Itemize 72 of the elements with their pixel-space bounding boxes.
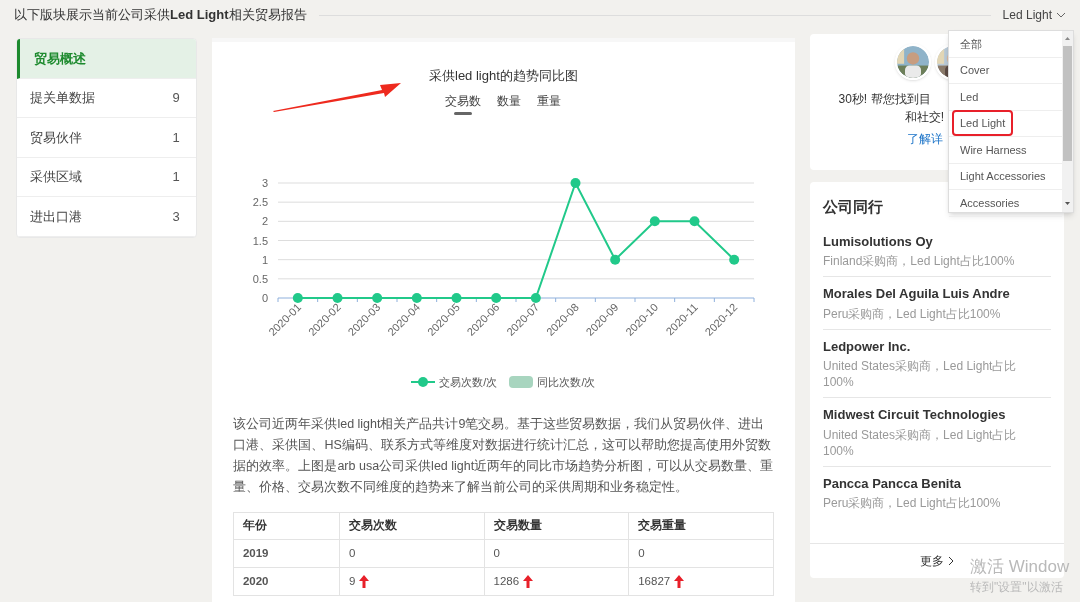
axis-tick-label: 2.5 <box>253 195 269 208</box>
column-header: 年份 <box>233 512 340 540</box>
company-detail: Peru采购商，Led Light占比100% <box>823 495 1002 511</box>
sidebar-item[interactable]: 贸易概述 <box>17 39 196 79</box>
table-cell-text: 2020 <box>242 573 269 589</box>
data-point <box>332 292 343 303</box>
data-point <box>729 254 740 265</box>
chart-tab[interactable]: 数量 <box>497 91 522 115</box>
axis-tick-label: 2 <box>262 214 269 227</box>
table-cell-text: 0 <box>348 545 356 561</box>
dropdown-option[interactable]: 全部 <box>952 30 990 57</box>
chart-tab[interactable]: 交易数 <box>445 91 482 115</box>
axis-tick-label: 3 <box>262 176 269 189</box>
company-detail: Peru采购商，Led Light占比100% <box>823 305 1002 322</box>
legend-swatch-icon <box>509 375 534 388</box>
company-detail: Finland采购商，Led Light占比100% <box>823 253 1016 269</box>
dropdown-option[interactable]: Cover <box>952 57 998 84</box>
sidebar-item[interactable]: 贸易伙伴 1 <box>17 118 196 158</box>
table-cell-text: 1286 <box>493 573 520 589</box>
axis-tick-label: 0.5 <box>253 272 269 285</box>
learn-more-link[interactable]: 了解详 <box>906 130 943 148</box>
axis-tick-label: 0 <box>262 291 269 304</box>
data-point <box>650 215 661 226</box>
sidebar-item[interactable]: 采供区域 1 <box>17 157 196 197</box>
data-point <box>372 292 383 303</box>
sidebar-item[interactable]: 进出口港 3 <box>17 197 196 237</box>
promo-text: 和社交! <box>904 109 945 126</box>
company-detail: United States采购商，Led Light占比100% <box>823 358 1018 390</box>
legend-label: 交易次数/次 <box>439 374 498 390</box>
dropdown-option[interactable]: Light Accessories <box>952 163 1054 190</box>
legend-line-icon <box>411 375 436 388</box>
dropdown-option[interactable]: Led <box>952 83 987 110</box>
dropdown-option[interactable]: Accessories <box>952 189 1028 216</box>
data-point <box>689 215 700 226</box>
column-header: 交易重量 <box>628 512 774 540</box>
chevron-right-icon <box>948 556 954 566</box>
data-point <box>610 254 621 265</box>
data-point <box>570 177 581 188</box>
table-cell-text: 2019 <box>242 545 269 561</box>
table-cell-text: 16827 <box>638 573 671 589</box>
data-point <box>451 292 462 303</box>
legend-label: 同比次数/次 <box>537 374 596 390</box>
chevron-down-icon <box>1056 12 1066 18</box>
chart-title: 采供led light的趋势同比图 <box>429 67 578 85</box>
company-name[interactable]: Midwest Circuit Technologies <box>823 405 1051 425</box>
column-header: 交易数量 <box>484 512 629 540</box>
sidebar-item[interactable]: 提关单数据 9 <box>17 78 196 118</box>
company-name[interactable]: Ledpower Inc. <box>823 336 1051 356</box>
summary-paragraph: 该公司近两年采供led light相关产品共计9笔交易。基于这些贸易数据，我们从贸易伙伴、进出口港、采供国、HS编码、联系方式等维度对数据进行统计汇总，这可以帮助您提高使用外贸数据的效率。上图是arb usa公司采供led light近两年的同比市场趋势分析图，可以从交易数量、重量、价格、交易次数不同维度的趋势来了解当前公司的采供周期和业务稳定性。 <box>233 416 774 496</box>
company-name[interactable]: Morales Del Aguila Luis Andre <box>823 284 1051 304</box>
data-point <box>412 292 423 303</box>
table-cell-text: 0 <box>493 545 500 561</box>
column-header: 交易次数 <box>339 512 485 540</box>
more-link[interactable]: 更多 <box>920 552 954 570</box>
table-cell-text: 0 <box>638 545 645 561</box>
axis-tick-label: 1 <box>262 253 269 266</box>
dropdown-option[interactable]: Wire Harness <box>952 136 1035 163</box>
section-heading: 以下版块展示当前公司采供Led Light相关贸易报告 <box>14 6 307 25</box>
card-title: 公司同行 <box>823 197 883 217</box>
company-name[interactable]: Lumisolutions Oy <box>823 231 1051 251</box>
data-point <box>531 292 542 303</box>
data-point <box>491 292 502 303</box>
data-point <box>293 292 304 303</box>
table-cell-text: 9 <box>348 573 356 589</box>
company-detail: United States采购商，Led Light占比100% <box>823 426 1018 459</box>
category-dropdown[interactable]: Led Light <box>1002 6 1066 24</box>
promo-text: 30秒! 帮您找到目 <box>838 91 931 108</box>
axis-tick-label: 1.5 <box>253 234 269 246</box>
chart-tab[interactable]: 重量 <box>537 91 562 115</box>
activation-watermark-title: 激活 Window <box>970 556 1070 578</box>
company-name[interactable]: Pancca Pancca Benita <box>823 473 1051 493</box>
dropdown-option[interactable]: Led Light <box>952 110 1014 137</box>
